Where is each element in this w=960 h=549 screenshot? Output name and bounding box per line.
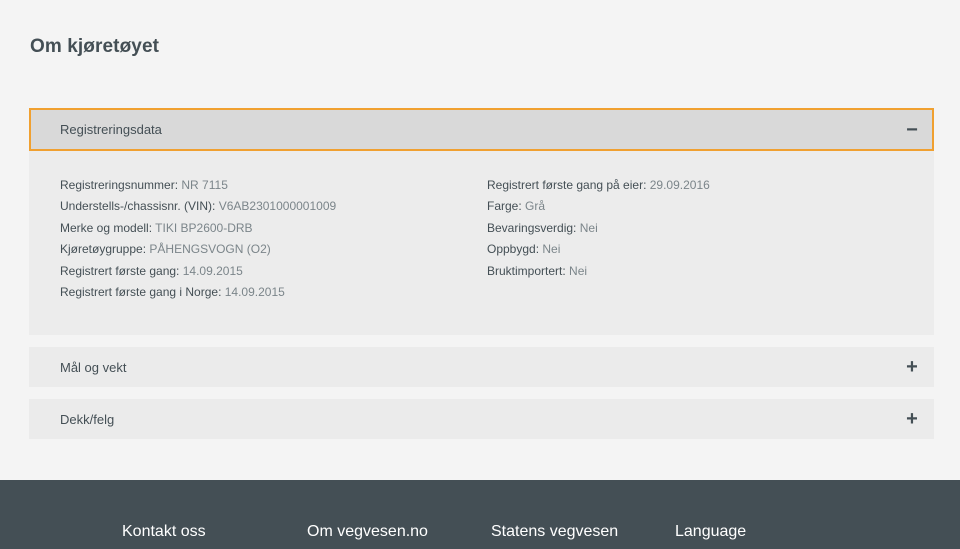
field-farge: Farge: Grå (487, 196, 710, 217)
field-registreringsnummer: Registreringsnummer: NR 7115 (60, 175, 336, 196)
field-value: V6AB2301000001009 (218, 199, 337, 214)
field-value: Nei (569, 263, 588, 278)
field-value: TIKI BP2600-DRB (155, 220, 253, 235)
accordion-title: Registreringsdata (60, 122, 162, 137)
field-list-right: Registrert første gang på eier: 29.09.20… (487, 175, 710, 282)
minus-icon[interactable]: − (904, 120, 920, 140)
field-label: Registrert første gang i Norge: (60, 285, 222, 300)
footer-link-language[interactable]: Language (675, 523, 746, 541)
page-title: Om kjøretøyet (30, 36, 160, 57)
accordion-title: Dekk/felg (60, 411, 115, 427)
accordion-mal-og-vekt: Mål og vekt + (29, 347, 934, 387)
field-merke-og-modell: Merke og modell: TIKI BP2600-DRB (60, 218, 336, 239)
accordion-body-registreringsdata: Registreringsnummer: NR 7115 Understells… (29, 151, 934, 335)
field-value: Nei (542, 242, 561, 257)
field-label: Understells-/chassisnr. (VIN): (60, 199, 216, 214)
field-oppbygd: Oppbygd: Nei (487, 239, 710, 260)
field-value: PÅHENGSVOGN (O2) (149, 242, 271, 257)
accordion-dekk-felg: Dekk/felg + (29, 399, 934, 439)
field-list-left: Registreringsnummer: NR 7115 Understells… (60, 175, 336, 303)
field-label: Merke og modell: (60, 220, 153, 235)
accordion-header-registreringsdata[interactable]: Registreringsdata − (29, 108, 934, 151)
plus-icon[interactable]: + (904, 357, 920, 377)
field-value: Grå (525, 199, 546, 214)
field-label: Registreringsnummer: (60, 178, 179, 192)
field-vin: Understells-/chassisnr. (VIN): V6AB23010… (60, 196, 336, 217)
field-label: Oppbygd: (487, 242, 540, 257)
field-value: NR 7115 (181, 178, 228, 192)
accordion-registreringsdata: Registreringsdata − Registreringsnummer:… (29, 108, 934, 335)
field-bruktimportert: Bruktimportert: Nei (487, 261, 710, 282)
field-label: Registrert første gang på eier: (487, 178, 647, 192)
field-kjoretoygruppe: Kjøretøygruppe: PÅHENGSVOGN (O2) (60, 239, 336, 260)
field-registrert-forste-gang-i-norge: Registrert første gang i Norge: 14.09.20… (60, 282, 336, 303)
footer-link-statens-vegvesen[interactable]: Statens vegvesen (491, 523, 618, 541)
field-label: Bevaringsverdig: (487, 220, 577, 235)
field-value: 14.09.2015 (224, 285, 285, 300)
footer-link-om-vegvesen[interactable]: Om vegvesen.no (307, 523, 428, 541)
field-value: Nei (579, 220, 598, 235)
accordion-header-dekk-felg[interactable]: Dekk/felg + (29, 399, 934, 439)
field-value: 29.09.2016 (649, 178, 710, 192)
footer-link-kontakt-oss[interactable]: Kontakt oss (122, 523, 206, 541)
field-label: Farge: (487, 199, 522, 214)
site-footer: Kontakt oss Om vegvesen.no Statens vegve… (0, 480, 960, 549)
field-registrert-forste-gang: Registrert første gang: 14.09.2015 (60, 261, 336, 282)
plus-icon[interactable]: + (904, 409, 920, 429)
field-label: Bruktimportert: (487, 263, 566, 278)
field-label: Registrert første gang: (60, 263, 180, 278)
field-label: Kjøretøygruppe: (60, 242, 147, 257)
field-value: 14.09.2015 (182, 263, 243, 278)
accordion-title: Mål og vekt (60, 359, 127, 375)
field-registrert-forste-gang-pa-eier: Registrert første gang på eier: 29.09.20… (487, 175, 710, 196)
accordion-header-mal-og-vekt[interactable]: Mål og vekt + (29, 347, 934, 387)
field-bevaringsverdig: Bevaringsverdig: Nei (487, 218, 710, 239)
